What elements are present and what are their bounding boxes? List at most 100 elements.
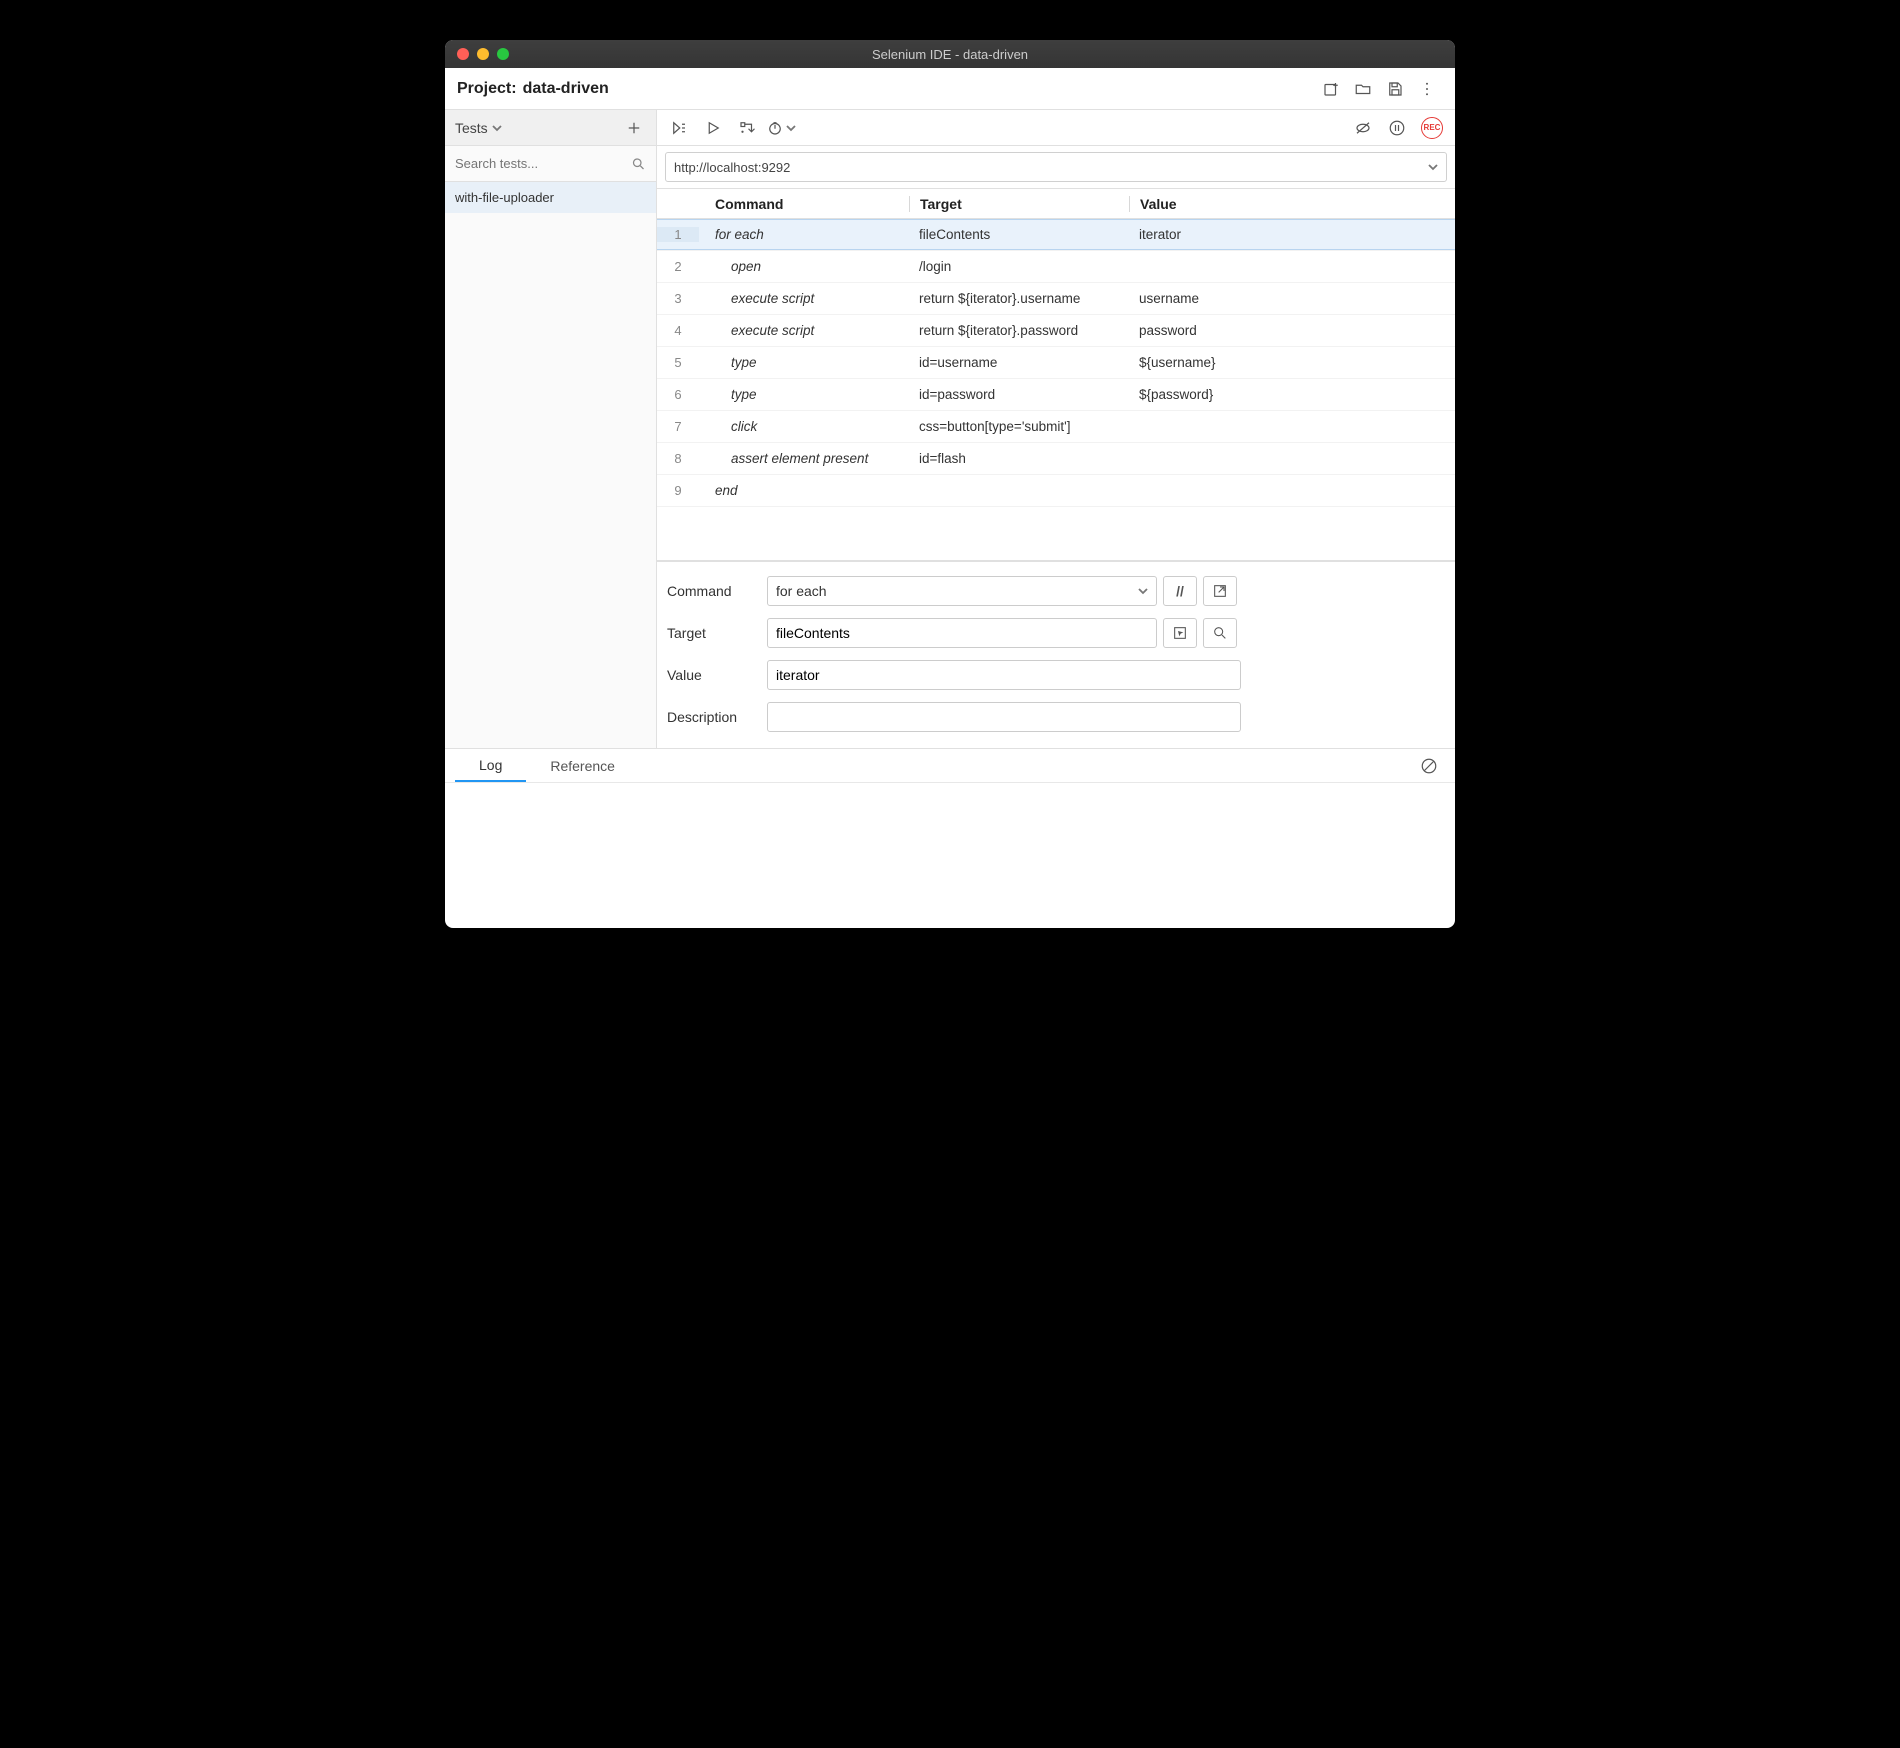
command-row[interactable]: 5typeid=username${username} [657, 347, 1455, 379]
test-list: with-file-uploader [445, 182, 656, 748]
minimize-window-button[interactable] [477, 48, 489, 60]
url-row: http://localhost:9292 [657, 146, 1455, 189]
cell-value: username [1129, 291, 1455, 306]
more-menu-button[interactable] [1411, 73, 1443, 105]
editor-command-select[interactable]: for each [767, 576, 1157, 606]
search-tests-row [445, 146, 656, 182]
column-value: Value [1129, 196, 1455, 212]
search-icon [631, 156, 646, 172]
command-row[interactable]: 9end [657, 475, 1455, 507]
editor-command-label: Command [667, 583, 767, 599]
cell-target: return ${iterator}.password [909, 323, 1129, 338]
clear-log-button[interactable] [1413, 750, 1445, 782]
cell-target: css=button[type='submit'] [909, 419, 1129, 434]
cell-value: ${username} [1129, 355, 1455, 370]
cell-command: type [699, 387, 909, 402]
row-number: 5 [657, 355, 699, 370]
command-row[interactable]: 2open/login [657, 251, 1455, 283]
find-target-button[interactable] [1203, 618, 1237, 648]
project-name: data-driven [523, 80, 609, 98]
command-row[interactable]: 8assert element presentid=flash [657, 443, 1455, 475]
select-target-button[interactable] [1163, 618, 1197, 648]
chevron-down-icon [786, 123, 796, 133]
cell-command: for each [699, 227, 909, 242]
row-number: 1 [657, 227, 699, 242]
editor-target-label: Target [667, 625, 767, 641]
app-window: Selenium IDE - data-driven Project: data… [445, 40, 1455, 928]
column-command: Command [699, 196, 909, 212]
window-controls [445, 48, 509, 60]
cell-value: iterator [1129, 227, 1455, 242]
disable-breakpoints-button[interactable] [1347, 112, 1379, 144]
command-row[interactable]: 1for eachfileContentsiterator [657, 219, 1455, 251]
titlebar: Selenium IDE - data-driven [445, 40, 1455, 68]
command-row[interactable]: 3execute scriptreturn ${iterator}.userna… [657, 283, 1455, 315]
editor-value-label: Value [667, 667, 767, 683]
base-url-value: http://localhost:9292 [674, 160, 1428, 175]
tab-log[interactable]: Log [455, 749, 526, 782]
close-window-button[interactable] [457, 48, 469, 60]
row-number: 3 [657, 291, 699, 306]
cell-command: click [699, 419, 909, 434]
row-number: 4 [657, 323, 699, 338]
row-number: 7 [657, 419, 699, 434]
cell-command: execute script [699, 323, 909, 338]
chevron-down-icon [1138, 586, 1148, 596]
editor-description-input[interactable] [776, 709, 1232, 725]
sidebar-tab-selector[interactable]: Tests [445, 110, 656, 146]
row-number: 9 [657, 483, 699, 498]
command-row[interactable]: 7clickcss=button[type='submit'] [657, 411, 1455, 443]
chevron-down-icon [1428, 162, 1438, 172]
new-project-button[interactable] [1315, 73, 1347, 105]
cell-target: /login [909, 259, 1129, 274]
save-project-button[interactable] [1379, 73, 1411, 105]
row-number: 6 [657, 387, 699, 402]
maximize-window-button[interactable] [497, 48, 509, 60]
project-bar: Project: data-driven [445, 68, 1455, 110]
cell-target: return ${iterator}.username [909, 291, 1129, 306]
editor-description-label: Description [667, 709, 767, 725]
toggle-comment-button[interactable]: // [1163, 576, 1197, 606]
sidebar-tab-label: Tests [455, 120, 488, 136]
tab-reference[interactable]: Reference [526, 749, 639, 782]
speed-button[interactable] [765, 112, 797, 144]
column-target: Target [909, 196, 1129, 212]
command-table: 1for eachfileContentsiterator2open/login… [657, 219, 1455, 561]
cell-value: ${password} [1129, 387, 1455, 402]
command-editor: Command for each // Target [657, 561, 1455, 748]
record-button[interactable]: REC [1421, 117, 1443, 139]
command-row[interactable]: 4execute scriptreturn ${iterator}.passwo… [657, 315, 1455, 347]
cell-command: execute script [699, 291, 909, 306]
cell-command: type [699, 355, 909, 370]
cell-target: id=password [909, 387, 1129, 402]
project-label: Project: [457, 80, 517, 98]
toolbar: REC [657, 110, 1455, 146]
add-test-button[interactable] [622, 116, 646, 140]
test-item[interactable]: with-file-uploader [445, 182, 656, 213]
editor-value-input[interactable] [776, 667, 1232, 683]
row-number: 8 [657, 451, 699, 466]
open-project-button[interactable] [1347, 73, 1379, 105]
bottom-panel: Log Reference [445, 748, 1455, 928]
search-tests-input[interactable] [455, 156, 631, 171]
open-new-window-button[interactable] [1203, 576, 1237, 606]
run-all-button[interactable] [663, 112, 695, 144]
row-number: 2 [657, 259, 699, 274]
cell-target: id=username [909, 355, 1129, 370]
chevron-down-icon [492, 123, 502, 133]
window-title: Selenium IDE - data-driven [445, 47, 1455, 62]
cell-target: fileContents [909, 227, 1129, 242]
step-over-button[interactable] [731, 112, 763, 144]
cell-command: end [699, 483, 909, 498]
command-table-header: Command Target Value [657, 189, 1455, 219]
cell-command: open [699, 259, 909, 274]
editor-target-input[interactable] [776, 625, 1148, 641]
cell-value: password [1129, 323, 1455, 338]
sidebar: Tests with-file-uploader [445, 110, 657, 748]
cell-command: assert element present [699, 451, 909, 466]
cell-target: id=flash [909, 451, 1129, 466]
base-url-input[interactable]: http://localhost:9292 [665, 152, 1447, 182]
run-current-button[interactable] [697, 112, 729, 144]
pause-button[interactable] [1381, 112, 1413, 144]
command-row[interactable]: 6typeid=password${password} [657, 379, 1455, 411]
